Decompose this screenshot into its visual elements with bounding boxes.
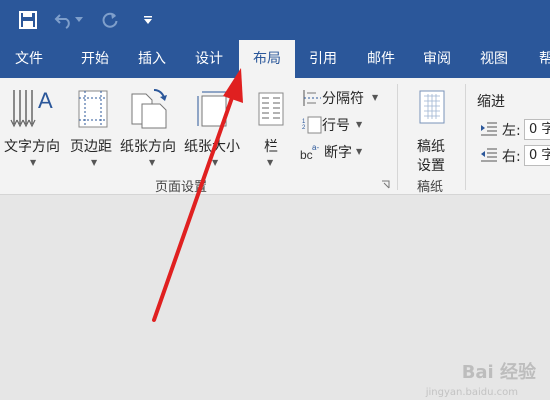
watermark-logo: Bai 经验 — [461, 362, 536, 383]
annotation-arrow — [152, 68, 243, 322]
watermark-url: jingyan.baidu.com — [425, 387, 518, 398]
